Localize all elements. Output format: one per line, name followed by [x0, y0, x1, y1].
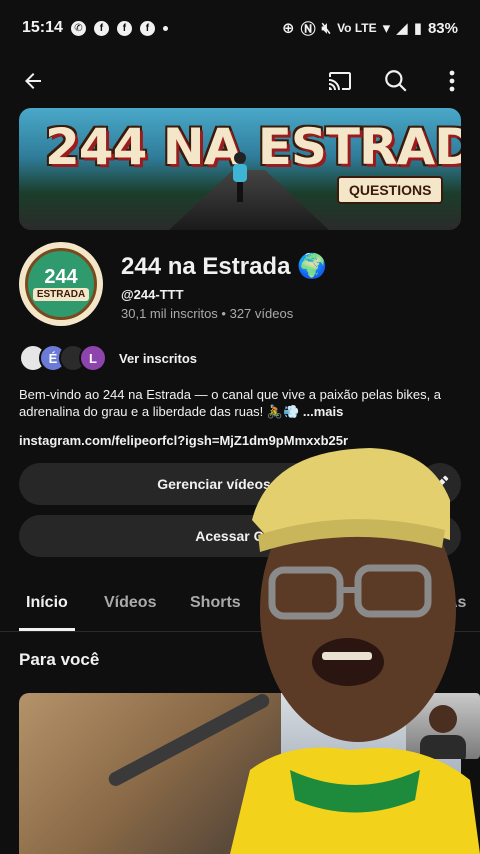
wifi-icon: ▾ — [382, 20, 391, 37]
description-more-link[interactable]: ...mais — [303, 404, 343, 419]
channel-name: 244 na Estrada 🌍 — [121, 253, 327, 280]
video-count: 327 vídeos — [229, 306, 294, 321]
tab-videos[interactable]: Vídeos — [104, 594, 156, 612]
more-options-button[interactable] — [435, 64, 469, 98]
banner-tag: QUESTIONS — [337, 176, 444, 204]
status-time: 15:14 — [22, 19, 63, 36]
facebook-icon: f — [139, 20, 155, 36]
mute-icon: 🔇︎ — [321, 19, 332, 37]
avatar-logo-text: ESTRADA — [32, 287, 90, 301]
facebook-icon: f — [93, 20, 109, 36]
channel-banner: 244 NA ESTRADA QUESTIONS — [19, 108, 461, 230]
stats-separator: • — [217, 306, 230, 321]
tab-home[interactable]: Início — [26, 594, 68, 612]
more-notifications-icon — [162, 25, 168, 31]
facebook-icon: f — [116, 20, 132, 36]
avatar-logo: 244 ESTRADA — [25, 248, 97, 320]
subscriber-count: 30,1 mil inscritos — [121, 306, 218, 321]
search-icon — [385, 70, 407, 92]
overlay-person-sticker — [230, 448, 480, 854]
back-button[interactable] — [16, 64, 50, 98]
channel-stats: 30,1 mil inscritos • 327 vídeos — [121, 306, 293, 321]
channel-handle: @244-TTT — [121, 287, 184, 302]
more-vert-icon — [449, 70, 455, 92]
battery-percent: 83% — [427, 19, 458, 37]
view-subscribers-link[interactable]: Ver inscritos — [119, 351, 197, 366]
hotspot-icon: ⊕ — [282, 20, 295, 37]
whatsapp-icon: ✆ — [70, 20, 86, 36]
search-button[interactable] — [379, 64, 413, 98]
signal-icon: ◢ — [396, 20, 408, 37]
top-app-bar — [0, 56, 480, 106]
subscribers-row[interactable]: É L Ver inscritos — [19, 343, 197, 373]
cyclist-icon — [233, 152, 247, 202]
cast-button[interactable] — [323, 64, 357, 98]
channel-avatar[interactable]: 244 ESTRADA — [19, 242, 103, 326]
avatar-logo-number: 244 — [44, 265, 78, 288]
channel-description[interactable]: Bem-vindo ao 244 na Estrada — o canal qu… — [19, 386, 461, 420]
subscriber-avatar: L — [79, 344, 107, 372]
volte-indicator: Vo LTE — [337, 21, 377, 35]
section-title: Para você — [19, 650, 100, 669]
status-bar: 15:14 ✆ f f f ⊕ Ⓝ 🔇︎ Vo LTE ▾ ◢ ▮ 83% — [0, 0, 480, 56]
battery-icon: ▮ — [413, 20, 422, 37]
description-text: Bem-vindo ao 244 na Estrada — o canal qu… — [19, 387, 442, 419]
active-tab-indicator — [19, 628, 75, 631]
nfc-icon: Ⓝ — [300, 20, 316, 38]
back-arrow-icon — [25, 73, 41, 89]
cast-icon — [329, 72, 351, 90]
